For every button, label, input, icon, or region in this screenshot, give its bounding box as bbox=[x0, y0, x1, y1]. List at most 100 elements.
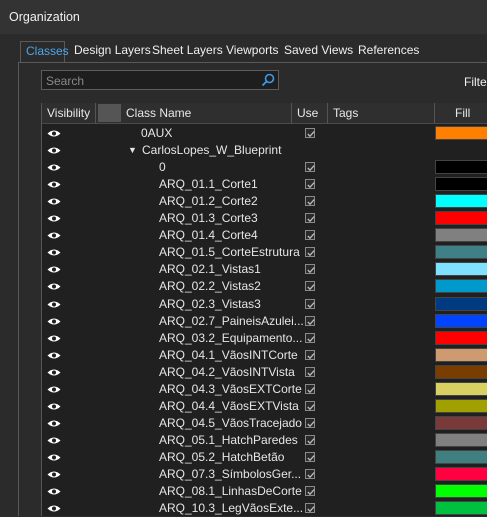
class-name-label[interactable]: 0 bbox=[159, 160, 166, 174]
table-row[interactable]: ARQ_05.2_HatchBetão bbox=[42, 449, 487, 466]
class-name-label[interactable]: ARQ_05.1_HatchParedes bbox=[159, 433, 298, 447]
fill-swatch[interactable] bbox=[435, 467, 487, 481]
col-use[interactable]: Use bbox=[292, 103, 328, 123]
eye-icon[interactable] bbox=[47, 453, 61, 462]
eye-icon[interactable] bbox=[47, 385, 61, 394]
eye-icon[interactable] bbox=[47, 282, 61, 291]
use-checkbox[interactable] bbox=[305, 383, 315, 394]
tab-references[interactable]: References bbox=[353, 41, 424, 63]
eye-icon[interactable] bbox=[47, 180, 61, 189]
eye-icon[interactable] bbox=[47, 265, 61, 274]
table-row[interactable]: ARQ_08.1_LinhasDeCorte bbox=[42, 483, 487, 500]
table-row[interactable]: ARQ_02.3_Vistas3 bbox=[42, 296, 487, 313]
table-row[interactable]: 0AUX bbox=[42, 125, 487, 142]
eye-icon[interactable] bbox=[47, 300, 61, 309]
search-icon[interactable] bbox=[261, 73, 275, 87]
use-checkbox[interactable] bbox=[305, 434, 315, 445]
fill-swatch[interactable] bbox=[435, 347, 487, 362]
search-input[interactable]: Search bbox=[41, 70, 279, 90]
eye-icon[interactable] bbox=[47, 146, 61, 155]
fill-swatch[interactable] bbox=[435, 415, 487, 430]
eye-icon[interactable] bbox=[47, 368, 61, 377]
class-name-label[interactable]: ARQ_03.2_Equipamento... bbox=[159, 331, 302, 345]
use-checkbox[interactable] bbox=[305, 469, 315, 479]
eye-icon[interactable] bbox=[47, 402, 61, 411]
table-row[interactable]: ARQ_04.1_VãosINTCorte bbox=[42, 347, 487, 364]
class-name-label[interactable]: ARQ_01.3_Corte3 bbox=[159, 211, 258, 225]
fill-swatch[interactable] bbox=[435, 228, 487, 243]
eye-icon[interactable] bbox=[47, 504, 61, 513]
expand-arrow-icon[interactable]: ▼ bbox=[128, 145, 137, 155]
class-name-label[interactable]: ARQ_08.1_LinhasDeCorte bbox=[159, 484, 302, 498]
fill-swatch[interactable] bbox=[435, 313, 487, 328]
table-row[interactable]: ARQ_04.3_VãosEXTCorte bbox=[42, 381, 487, 398]
fill-swatch[interactable] bbox=[435, 211, 487, 226]
use-checkbox[interactable] bbox=[305, 451, 315, 462]
use-checkbox[interactable] bbox=[305, 315, 315, 326]
fill-swatch[interactable] bbox=[435, 381, 487, 396]
class-name-label[interactable]: ARQ_04.1_VãosINTCorte bbox=[159, 348, 298, 362]
table-row[interactable]: 0 bbox=[42, 159, 487, 176]
tab-viewports[interactable]: Viewports bbox=[221, 41, 283, 63]
use-checkbox[interactable] bbox=[305, 349, 315, 360]
table-row[interactable]: ARQ_02.1_Vistas1 bbox=[42, 261, 487, 278]
col-swatch[interactable] bbox=[98, 104, 121, 122]
fill-swatch[interactable] bbox=[435, 501, 487, 516]
use-checkbox[interactable] bbox=[305, 213, 315, 224]
fill-swatch[interactable] bbox=[435, 279, 487, 294]
use-checkbox[interactable] bbox=[305, 417, 315, 428]
tab-sheet-layers[interactable]: Sheet Layers bbox=[147, 41, 228, 63]
class-name-label[interactable]: ARQ_07.3_SímbolosGer... bbox=[159, 467, 301, 481]
class-name-label[interactable]: ARQ_02.1_Vistas1 bbox=[159, 262, 261, 276]
use-checkbox[interactable] bbox=[305, 366, 315, 377]
use-checkbox[interactable] bbox=[305, 503, 315, 514]
use-checkbox[interactable] bbox=[305, 486, 315, 497]
table-row[interactable]: ARQ_01.2_Corte2 bbox=[42, 193, 487, 210]
fill-swatch[interactable] bbox=[435, 330, 487, 345]
eye-icon[interactable] bbox=[47, 487, 61, 496]
col-fill[interactable]: Fill bbox=[435, 103, 487, 123]
class-name-label[interactable]: ARQ_01.2_Corte2 bbox=[159, 194, 258, 208]
tab-saved-views[interactable]: Saved Views bbox=[279, 41, 358, 63]
class-name-label[interactable]: ARQ_04.2_VãosINTVista bbox=[159, 365, 295, 379]
fill-swatch[interactable] bbox=[435, 245, 487, 260]
use-checkbox[interactable] bbox=[305, 332, 315, 343]
eye-icon[interactable] bbox=[47, 248, 61, 257]
filter-label[interactable]: Filter bbox=[464, 75, 487, 89]
class-name-label[interactable]: ARQ_02.2_Vistas2 bbox=[159, 279, 261, 293]
use-checkbox[interactable] bbox=[305, 247, 315, 258]
table-row[interactable]: ARQ_03.2_Equipamento... bbox=[42, 330, 487, 347]
use-checkbox[interactable] bbox=[305, 162, 315, 173]
eye-icon[interactable] bbox=[47, 351, 61, 360]
class-name-label[interactable]: ARQ_05.2_HatchBetão bbox=[159, 450, 284, 464]
table-row[interactable]: ARQ_02.2_Vistas2 bbox=[42, 278, 487, 295]
fill-swatch[interactable] bbox=[435, 177, 487, 192]
table-row[interactable]: ARQ_01.1_Corte1 bbox=[42, 176, 487, 193]
eye-icon[interactable] bbox=[47, 334, 61, 343]
table-row[interactable]: ARQ_04.5_VãosTracejado bbox=[42, 415, 487, 432]
class-name-label[interactable]: ARQ_01.5_CorteEstrutura bbox=[159, 245, 300, 259]
use-checkbox[interactable] bbox=[305, 230, 315, 241]
class-name-label[interactable]: CarlosLopes_W_Blueprint bbox=[142, 143, 281, 157]
use-checkbox[interactable] bbox=[305, 264, 315, 275]
eye-icon[interactable] bbox=[47, 214, 61, 223]
eye-icon[interactable] bbox=[47, 470, 61, 479]
use-checkbox[interactable] bbox=[305, 179, 315, 190]
col-visibility[interactable]: Visibility bbox=[42, 103, 96, 123]
table-row[interactable]: ▼ CarlosLopes_W_Blueprint bbox=[42, 142, 487, 159]
eye-icon[interactable] bbox=[47, 129, 61, 138]
eye-icon[interactable] bbox=[47, 317, 61, 326]
table-row[interactable]: ARQ_01.4_Corte4 bbox=[42, 227, 487, 244]
eye-icon[interactable] bbox=[47, 436, 61, 445]
use-checkbox[interactable] bbox=[305, 400, 315, 411]
class-name-label[interactable]: ARQ_02.3_Vistas3 bbox=[159, 297, 261, 311]
table-row[interactable]: ARQ_10.3_LegVãosExte... bbox=[42, 500, 487, 517]
eye-icon[interactable] bbox=[47, 231, 61, 240]
class-name-label[interactable]: ARQ_01.4_Corte4 bbox=[159, 228, 258, 242]
table-row[interactable]: ARQ_04.2_VãosINTVista bbox=[42, 364, 487, 381]
fill-swatch[interactable] bbox=[435, 484, 487, 499]
eye-icon[interactable] bbox=[47, 163, 61, 172]
class-name-label[interactable]: 0AUX bbox=[141, 126, 172, 140]
use-checkbox[interactable] bbox=[305, 196, 315, 207]
fill-swatch[interactable] bbox=[435, 160, 487, 175]
